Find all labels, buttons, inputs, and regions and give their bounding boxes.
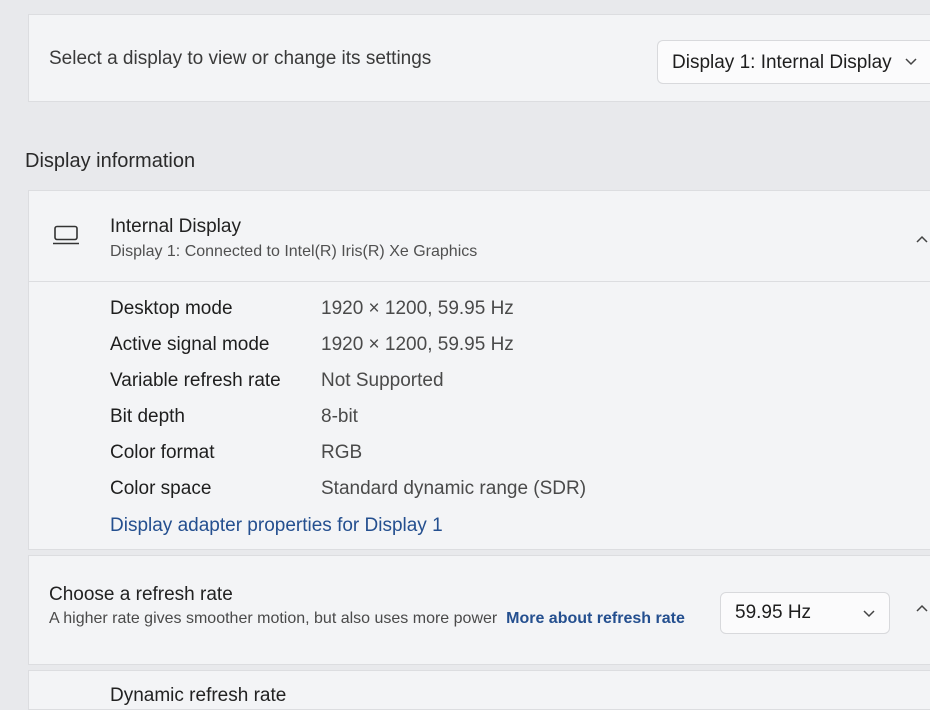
variable-refresh-rate-value: Not Supported bbox=[321, 370, 444, 391]
bit-depth-value: 8-bit bbox=[321, 406, 358, 427]
refresh-rate-description-text: A higher rate gives smoother motion, but… bbox=[49, 610, 498, 627]
refresh-rate-dropdown-value: 59.95 Hz bbox=[735, 602, 812, 623]
display-name: Internal Display bbox=[110, 216, 241, 237]
dynamic-refresh-rate-title: Dynamic refresh rate bbox=[110, 685, 287, 706]
chevron-down-icon bbox=[863, 610, 875, 618]
display-adapter-properties-link[interactable]: Display adapter properties for Display 1 bbox=[110, 515, 443, 537]
active-signal-mode-label: Active signal mode bbox=[110, 334, 270, 355]
bit-depth-label: Bit depth bbox=[110, 406, 185, 427]
variable-refresh-rate-label: Variable refresh rate bbox=[110, 370, 281, 391]
desktop-mode-value: 1920 × 1200, 59.95 Hz bbox=[321, 298, 514, 319]
display-dropdown[interactable]: Display 1: Internal Display bbox=[657, 40, 930, 84]
monitor-icon bbox=[53, 225, 79, 245]
refresh-rate-card: Choose a refresh rate A higher rate give… bbox=[28, 555, 930, 665]
color-format-value: RGB bbox=[321, 442, 363, 463]
desktop-mode-label: Desktop mode bbox=[110, 298, 233, 319]
color-format-label: Color format bbox=[110, 442, 215, 463]
color-space-label: Color space bbox=[110, 478, 212, 499]
chevron-down-icon bbox=[905, 58, 917, 66]
refresh-rate-dropdown[interactable]: 59.95 Hz bbox=[720, 592, 890, 634]
display-dropdown-value: Display 1: Internal Display bbox=[672, 52, 892, 73]
color-space-value: Standard dynamic range (SDR) bbox=[321, 478, 587, 499]
display-info-header[interactable]: Internal Display Display 1: Connected to… bbox=[29, 191, 930, 282]
refresh-rate-title: Choose a refresh rate bbox=[49, 584, 233, 605]
more-about-refresh-rate-link[interactable]: More about refresh rate bbox=[506, 610, 685, 627]
chevron-up-icon[interactable] bbox=[916, 235, 928, 243]
chevron-up-icon[interactable] bbox=[916, 604, 928, 612]
section-heading: Display information bbox=[25, 150, 196, 172]
display-select-card: Select a display to view or change its s… bbox=[28, 14, 930, 102]
active-signal-mode-value: 1920 × 1200, 59.95 Hz bbox=[321, 334, 514, 355]
display-connection: Display 1: Connected to Intel(R) Iris(R)… bbox=[110, 243, 478, 260]
display-info-card: Internal Display Display 1: Connected to… bbox=[28, 190, 930, 550]
dynamic-refresh-rate-card: Dynamic refresh rate bbox=[28, 670, 930, 710]
refresh-rate-description: A higher rate gives smoother motion, but… bbox=[49, 607, 699, 631]
display-select-label: Select a display to view or change its s… bbox=[49, 48, 432, 69]
